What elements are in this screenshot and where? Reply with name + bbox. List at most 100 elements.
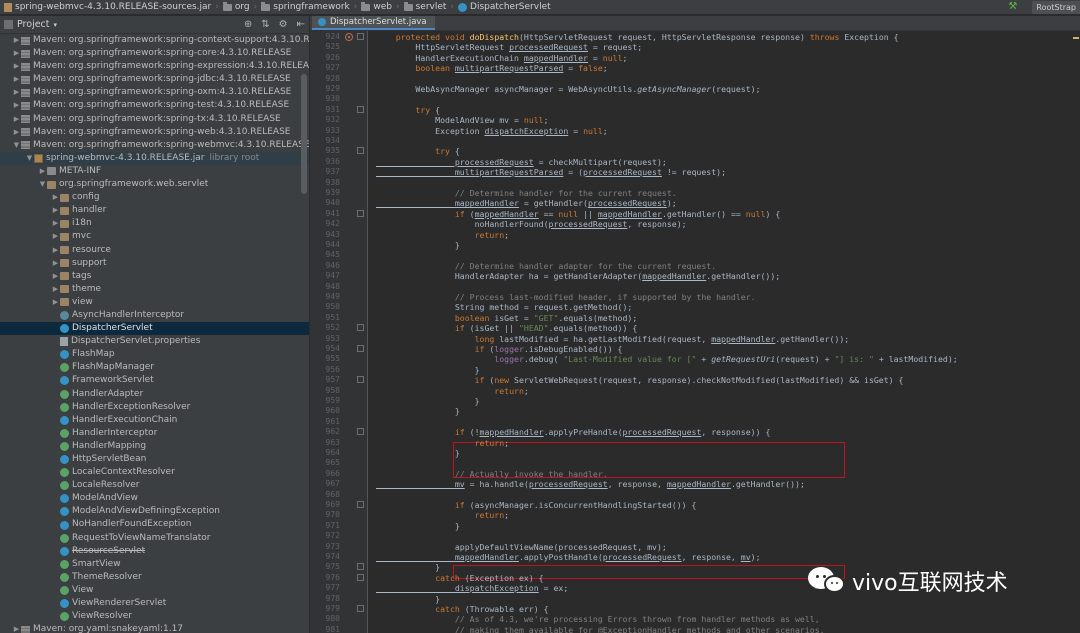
expand-toggle-icon[interactable]: ▼ [12,139,21,152]
tree-node[interactable]: ▶ mvc [0,230,309,243]
breadcrumb-item[interactable]: servlet [400,0,451,14]
breadcrumb-item[interactable]: org [219,0,254,14]
expand-toggle-icon[interactable]: ▶ [12,47,21,60]
fold-marker-icon[interactable] [357,105,364,113]
tree-node[interactable]: ▶ tags [0,270,309,283]
fold-marker-icon[interactable] [357,147,364,155]
tree-node[interactable]: HandlerInterceptor [0,427,309,440]
tree-node[interactable]: ▶ Maven: org.springframework:spring-tx:4.… [0,113,309,126]
tree-node[interactable]: ▶ config [0,191,309,204]
hide-icon[interactable]: ⇤ [297,19,305,30]
expand-toggle-icon[interactable]: ▶ [12,86,21,99]
expand-toggle-icon[interactable]: ▶ [51,257,60,270]
tab-dispatcherservlet-java[interactable]: DispatcherServlet.java [312,16,435,30]
expand-toggle-icon[interactable]: ▶ [12,113,21,126]
expand-toggle-icon[interactable]: ▶ [51,244,60,257]
collapse-icon[interactable]: ⇅ [261,19,269,30]
expand-toggle-icon[interactable]: ▶ [12,73,21,86]
tree-node[interactable]: ModelAndView [0,492,309,505]
expand-toggle-icon[interactable]: ▶ [38,165,47,178]
tree-node[interactable]: ▶ view [0,296,309,309]
tree-node[interactable]: RequestToViewNameTranslator [0,532,309,545]
tree-scrollbar-thumb[interactable] [301,74,307,194]
tree-node[interactable]: ▶ META-INF [0,165,309,178]
tree-node[interactable]: AsyncHandlerInterceptor [0,309,309,322]
tree-node[interactable]: FrameworkServlet [0,374,309,387]
tree-node[interactable]: ModelAndViewDefiningException [0,505,309,518]
tree-node[interactable]: ▶ Maven: org.springframework:spring-test:… [0,99,309,112]
tree-scrollbar[interactable] [300,34,308,633]
tree-node[interactable]: ▶ Maven: org.springframework:spring-web:4… [0,126,309,139]
tree-node[interactable]: ResourceServlet [0,545,309,558]
expand-toggle-icon[interactable]: ▶ [12,34,21,47]
tree-node[interactable]: HandlerAdapter [0,388,309,401]
breadcrumb-item[interactable]: springframework [257,0,354,14]
tree-node[interactable]: DispatcherServlet [0,322,309,336]
tree-node[interactable]: ▶ i18n [0,217,309,230]
tree-node[interactable]: ▶ Maven: org.springframework:spring-expre… [0,60,309,73]
tree-node[interactable]: NoHandlerFoundException [0,518,309,531]
code-area[interactable]: protected void doDispatch(HttpServletReq… [376,31,1080,633]
expand-toggle-icon[interactable]: ▶ [51,191,60,204]
tree-node[interactable]: LocaleResolver [0,479,309,492]
expand-toggle-icon[interactable]: ▼ [38,178,47,191]
tree-node[interactable]: ViewRendererServlet [0,597,309,610]
tree-node[interactable]: ▶ support [0,257,309,270]
expand-toggle-icon[interactable]: ▶ [51,204,60,217]
fold-marker-icon[interactable] [357,376,364,384]
fold-marker-icon[interactable] [357,345,364,352]
warning-marker[interactable] [1073,37,1079,39]
build-hammer-icon[interactable]: ⚒ [1008,2,1020,12]
fold-marker-icon[interactable] [357,605,364,612]
expand-toggle-icon[interactable]: ▶ [51,283,60,296]
tree-node[interactable]: HandlerMapping [0,440,309,453]
breadcrumb-item[interactable]: spring-webmvc-4.3.10.RELEASE-sources.jar [0,0,215,14]
tree-node[interactable]: ▶ Maven: org.springframework:spring-oxm:4… [0,86,309,99]
expand-toggle-icon[interactable]: ▶ [51,270,60,283]
locate-icon[interactable]: ⊕ [244,19,252,30]
breadcrumb-item[interactable]: web [357,0,396,14]
tree-node[interactable]: ▶ Maven: org.springframework:spring-jdbc:… [0,73,309,86]
tree-node[interactable]: ▶ Maven: org.yaml:snakeyaml:1.17 [0,623,309,633]
expand-toggle-icon[interactable]: ▶ [12,60,21,73]
fold-marker-icon[interactable] [357,428,364,436]
tree-node[interactable]: FlashMapManager [0,361,309,374]
tree-node[interactable]: ▶ Maven: org.springframework:spring-conte… [0,34,309,47]
tree-node[interactable]: SmartView [0,558,309,571]
fold-marker-icon[interactable] [357,501,364,508]
tree-node[interactable]: ▶ handler [0,204,309,217]
tree-node[interactable]: FlashMap [0,348,309,361]
breadcrumb-item[interactable]: DispatcherServlet [454,0,555,14]
project-view-selector[interactable]: Project [17,19,50,30]
tree-node[interactable]: ▶ Maven: org.springframework:spring-core:… [0,47,309,60]
gear-icon[interactable]: ⚙ [279,19,288,30]
tree-node[interactable]: ▶ resource [0,244,309,257]
expand-toggle-icon[interactable]: ▶ [12,623,21,633]
expand-toggle-icon[interactable]: ▼ [25,152,34,165]
tree-node[interactable]: ThemeResolver [0,571,309,584]
tree-node[interactable]: HandlerExceptionResolver [0,401,309,414]
tree-node[interactable]: ▼ spring-webmvc-4.3.10.RELEASE.jar library… [0,151,309,165]
tree-node[interactable]: DispatcherServlet.properties [0,335,309,348]
expand-toggle-icon[interactable]: ▶ [12,126,21,139]
tree-node[interactable]: ViewResolver [0,610,309,623]
expand-toggle-icon[interactable]: ▶ [51,230,60,243]
tree-node[interactable]: ▼ org.springframework.web.servlet [0,178,309,191]
fold-marker-icon[interactable] [357,573,364,581]
editor-scrollbar[interactable] [1072,31,1080,633]
fold-marker-icon[interactable] [357,324,364,332]
run-configuration-selector[interactable]: RootStrap [1032,0,1080,14]
override-marker-icon[interactable] [345,33,353,41]
tree-node[interactable]: HandlerExecutionChain [0,414,309,427]
fold-marker-icon[interactable] [357,33,364,40]
tree-node[interactable]: ▶ theme [0,283,309,296]
expand-toggle-icon[interactable]: ▶ [51,217,60,230]
tree-node[interactable]: View [0,584,309,597]
tree-node[interactable]: LocaleContextResolver [0,466,309,479]
expand-toggle-icon[interactable]: ▶ [12,99,21,112]
fold-marker-icon[interactable] [357,209,364,217]
tree-node[interactable]: HttpServletBean [0,453,309,466]
expand-toggle-icon[interactable]: ▶ [51,296,60,309]
tree-node[interactable]: ▼ Maven: org.springframework:spring-webmv… [0,139,309,152]
fold-marker-icon[interactable] [357,563,364,571]
